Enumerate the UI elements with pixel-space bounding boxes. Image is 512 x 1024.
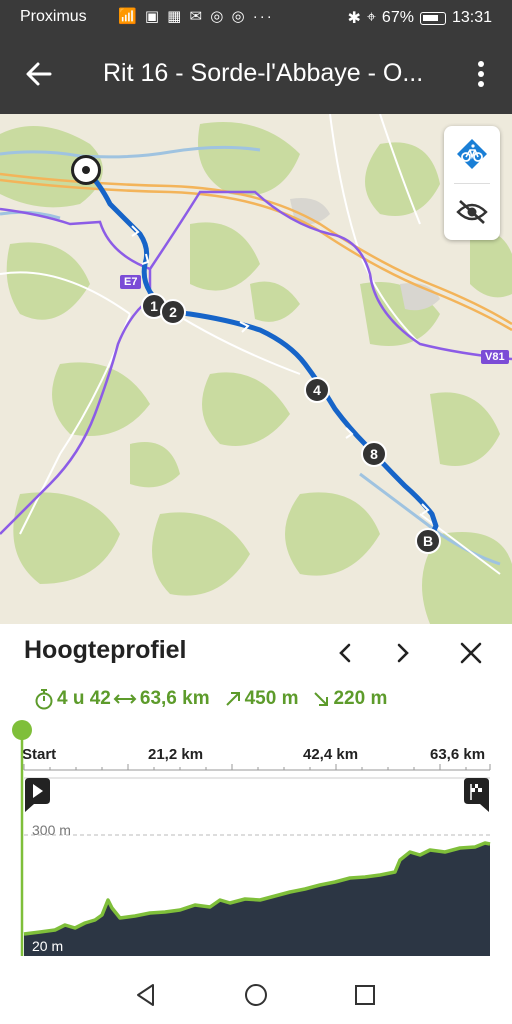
circle-home-icon (245, 984, 267, 1006)
descent-stat: 220 m (312, 688, 387, 710)
arrow-left-icon (26, 62, 52, 86)
nav-home-button[interactable] (243, 982, 269, 1008)
next-button[interactable] (389, 640, 415, 666)
ascent-stat: 450 m (224, 688, 299, 710)
profile-chart (12, 720, 491, 956)
sheet-title: Hoogteprofiel (24, 636, 187, 664)
chevron-left-icon (339, 643, 351, 663)
distance-stat: 63,6 km (113, 688, 210, 710)
chevron-right-icon (397, 643, 409, 663)
waypoint-marker-8[interactable]: 8 (361, 441, 387, 467)
arrow-down-right-icon (314, 692, 329, 706)
elevation-profile[interactable]: Start 21,2 km 42,4 km 63,6 km 300 m 20 m (0, 720, 512, 966)
start-marker[interactable] (71, 155, 101, 185)
position-handle[interactable] (12, 720, 32, 740)
waypoint-marker-4[interactable]: 4 (304, 377, 330, 403)
nav-back-button[interactable] (133, 982, 159, 1008)
close-button[interactable] (458, 640, 484, 666)
duration-value: 4 u 42 (57, 688, 111, 709)
route-map[interactable]: E7 V81 1 2 4 8 B (0, 114, 512, 624)
eye-off-icon (456, 200, 488, 224)
stopwatch-icon (35, 689, 53, 710)
route-title: Rit 16 - Sorde-l'Abbaye - O... (103, 59, 424, 87)
hide-overlay-button[interactable] (444, 184, 500, 240)
previous-button[interactable] (333, 640, 359, 666)
y-min-label: 20 m (32, 938, 64, 954)
axis-ticks (23, 764, 491, 770)
road-label-e7: E7 (120, 275, 142, 289)
battery-percent: 67% (381, 9, 414, 26)
square-recents-icon (355, 985, 375, 1005)
notification-icons: 📶 ▣ ▦ ✉ ◎ ◎ ··· (118, 8, 274, 25)
more-vert-icon (478, 61, 484, 87)
app-bar: Rit 16 - Sorde-l'Abbaye - O... (0, 34, 512, 114)
battery-icon (419, 11, 446, 25)
distance-arrows-icon (113, 694, 137, 704)
descent-value: 220 m (333, 688, 388, 709)
end-marker-b[interactable]: B (415, 528, 441, 554)
close-icon (460, 642, 482, 664)
waypoint-marker-2[interactable]: 2 (160, 299, 186, 325)
bike-sign-icon (457, 139, 487, 169)
route-stats: 4 u 42 63,6 km 450 m 220 m (34, 688, 387, 710)
back-button[interactable] (20, 56, 60, 92)
nav-recents-button[interactable] (352, 982, 378, 1008)
ascent-value: 450 m (244, 688, 299, 709)
start-flag-icon (25, 778, 50, 812)
road-label-v81: V81 (481, 350, 509, 364)
bluetooth-icon: ✱ (347, 10, 361, 27)
system-nav-bar (0, 966, 512, 1024)
arrow-up-right-icon (225, 692, 240, 706)
y-max-label: 300 m (32, 822, 71, 838)
bike-layer-button[interactable] (444, 126, 500, 182)
location-icon: ⌖ (366, 9, 376, 26)
duration-stat: 4 u 42 (34, 688, 111, 710)
status-bar: Proximus 📶 ▣ ▦ ✉ ◎ ◎ ··· ✱ ⌖ 67% 13:31 (0, 0, 512, 34)
distance-value: 63,6 km (139, 688, 210, 709)
elevation-sheet: Hoogteprofiel 4 u 42 63,6 km 450 m 220 m… (0, 624, 512, 966)
map-controls (444, 126, 500, 240)
clock: 13:31 (451, 9, 492, 26)
triangle-back-icon (137, 984, 154, 1006)
carrier-label: Proximus (20, 8, 87, 25)
finish-flag-icon (464, 778, 489, 812)
more-menu-button[interactable] (470, 58, 492, 90)
